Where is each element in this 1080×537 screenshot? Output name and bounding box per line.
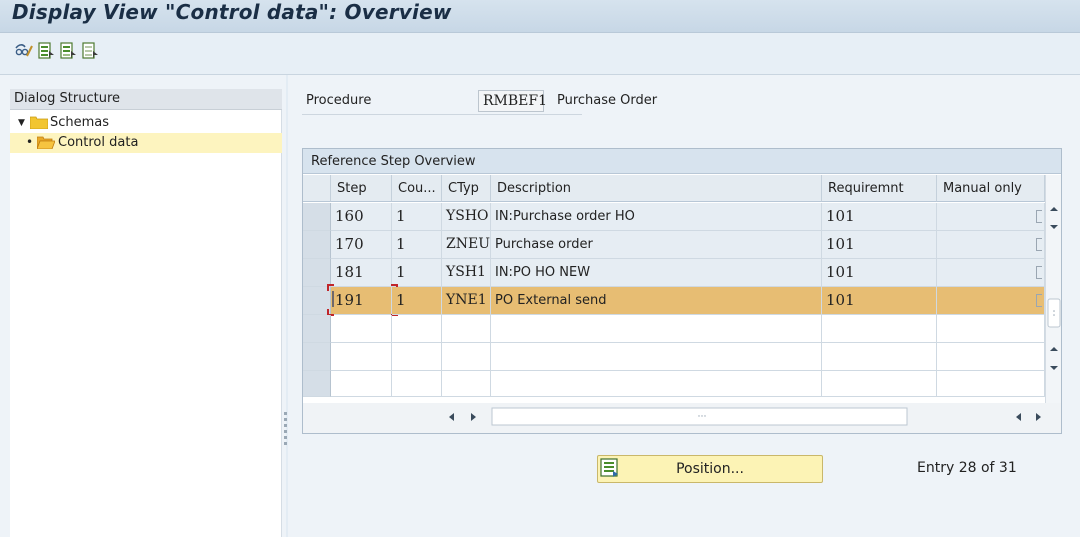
scroll-up-icon	[1050, 207, 1058, 211]
table-caption: Reference Step Overview	[303, 149, 1061, 174]
deselect-all-icon[interactable]	[80, 41, 100, 61]
select-block-icon[interactable]	[58, 41, 78, 61]
application-toolbar	[0, 33, 1080, 75]
column-header-description[interactable]: Description	[491, 175, 822, 202]
vertical-scrollbar[interactable]	[1045, 175, 1061, 407]
cell-step: 160	[331, 203, 392, 231]
cell-step[interactable]: 191	[327, 284, 398, 316]
position-button-label: Position...	[676, 461, 744, 477]
scroll-up-small-icon	[1050, 347, 1058, 351]
cell-requirement: 101	[822, 287, 937, 315]
row-selector[interactable]	[303, 203, 331, 231]
bullet-icon: •	[26, 135, 34, 149]
table-row[interactable]: 170 1 ZNEU Purchase order 101	[303, 231, 1061, 259]
cell-description: PO External send	[491, 287, 822, 315]
column-header-counter[interactable]: Cou...	[392, 175, 442, 202]
tree-item-label: Schemas	[50, 115, 110, 130]
row-selector[interactable]	[303, 259, 331, 287]
page-down-icon	[1050, 225, 1058, 229]
cell-counter: 1	[392, 231, 442, 259]
column-header-step[interactable]: Step	[331, 175, 392, 202]
row-selector[interactable]	[303, 231, 331, 259]
folder-open-icon	[37, 136, 55, 149]
dialog-structure-header: Dialog Structure	[10, 89, 282, 110]
tree-item-schemas[interactable]: ▼ Schemas	[10, 113, 282, 133]
empty-row[interactable]	[303, 343, 1061, 371]
table-row[interactable]: 160 1 YSHO IN:Purchase order HO 101	[303, 203, 1061, 231]
folder-closed-icon	[30, 116, 48, 129]
procedure-description: Purchase Order	[557, 93, 658, 108]
column-header-requirement[interactable]: Requiremnt	[822, 175, 937, 202]
cell-requirement: 101	[822, 231, 937, 259]
horizontal-scrollbar[interactable]	[303, 403, 1061, 433]
cell-manual-only[interactable]	[937, 287, 1045, 315]
cell-manual-only[interactable]	[937, 259, 1045, 287]
select-all-column[interactable]	[303, 175, 331, 202]
field-divider	[302, 114, 582, 115]
cell-counter: 1	[392, 203, 442, 231]
scroll-right-icon	[471, 413, 476, 421]
tree-item-control-data[interactable]: • Control data	[10, 133, 282, 153]
cell-requirement: 101	[822, 203, 937, 231]
cell-requirement: 101	[822, 259, 937, 287]
row-selector[interactable]	[303, 371, 331, 397]
cell-manual-only[interactable]	[937, 203, 1045, 231]
cell-ctyp: YNE1	[442, 287, 491, 315]
cell-manual-only[interactable]	[937, 231, 1045, 259]
cell-ctyp: YSH1	[442, 259, 491, 287]
focus-corner-markers	[327, 284, 398, 316]
cell-ctyp: YSHO	[442, 203, 491, 231]
row-selector[interactable]	[303, 343, 331, 371]
empty-row[interactable]	[303, 315, 1061, 343]
window-title: Display View "Control data": Overview	[12, 0, 452, 24]
column-header-manual-only[interactable]: Manual only	[937, 175, 1045, 202]
position-button[interactable]: Position...	[597, 455, 823, 483]
tree-item-label: Control data	[58, 135, 139, 150]
cell-ctyp: ZNEU	[442, 231, 491, 259]
main-pane: Procedure RMBEF1 Purchase Order Referenc…	[288, 75, 1080, 537]
checkbox[interactable]	[1036, 266, 1042, 279]
empty-row[interactable]	[303, 371, 1061, 397]
cell-step: 170	[331, 231, 392, 259]
checkbox[interactable]	[1036, 294, 1042, 307]
position-icon	[600, 458, 618, 477]
dialog-structure-tree: ▼ Schemas • Control data	[10, 110, 282, 537]
procedure-field[interactable]: RMBEF1	[478, 90, 547, 112]
reference-step-table: Reference Step Overview Step Cou... CTyp…	[302, 148, 1062, 434]
scroll-left-icon	[449, 413, 454, 421]
table-row-highlighted[interactable]: 191 1 YNE1 PO External send 101	[303, 284, 1061, 316]
table-row[interactable]: 181 1 YSH1 IN:PO HO NEW 101	[303, 259, 1061, 287]
other-view-icon[interactable]	[14, 41, 34, 61]
cell-step: 181	[331, 259, 392, 287]
row-selector[interactable]	[303, 315, 331, 343]
scroll-left-icon-2	[1016, 413, 1021, 421]
checkbox[interactable]	[1036, 238, 1042, 251]
expand-arrow-icon[interactable]: ▼	[18, 113, 25, 133]
dialog-structure-pane: Dialog Structure ▼ Schemas • Control dat…	[0, 75, 286, 537]
cell-description: Purchase order	[491, 231, 822, 259]
cell-description: IN:Purchase order HO	[491, 203, 822, 231]
cell-counter: 1	[392, 287, 442, 315]
entry-counter: Entry 28 of 31	[917, 460, 1017, 476]
column-header-ctyp[interactable]: CTyp	[442, 175, 491, 202]
select-all-icon[interactable]	[36, 41, 56, 61]
scroll-right-icon-2	[1036, 413, 1041, 421]
cell-counter: 1	[392, 259, 442, 287]
scroll-down-icon	[1050, 366, 1058, 370]
checkbox[interactable]	[1036, 210, 1042, 223]
cell-description: IN:PO HO NEW	[491, 259, 822, 287]
procedure-label: Procedure	[306, 93, 372, 108]
title-bar: Display View "Control data": Overview	[0, 0, 1080, 33]
